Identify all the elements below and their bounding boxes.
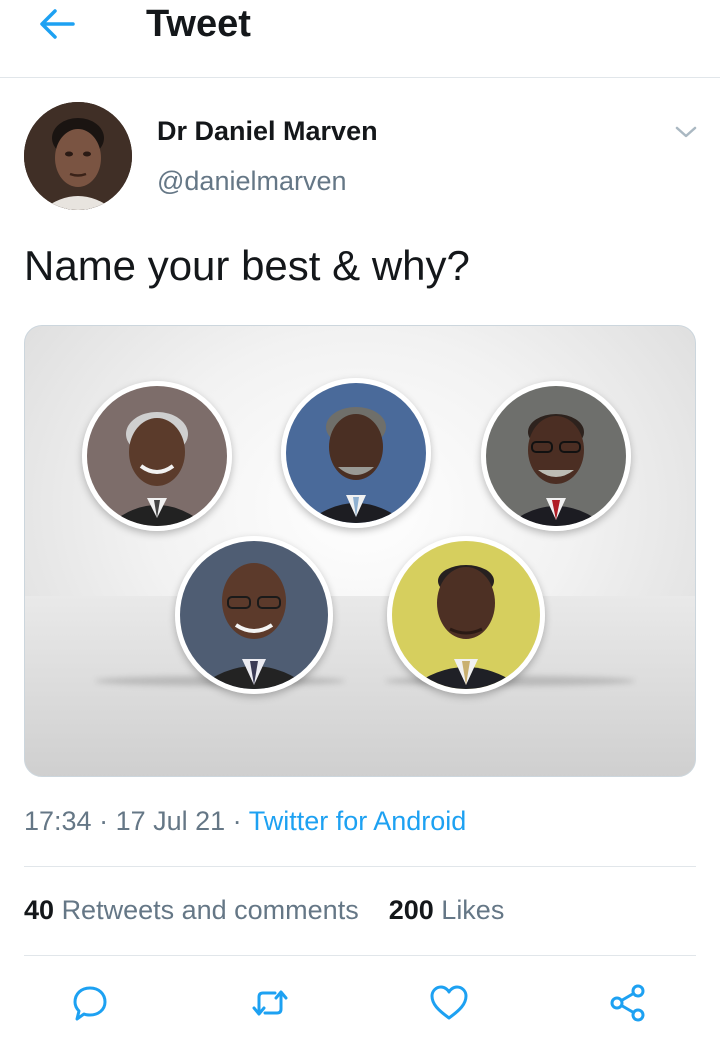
like-button[interactable] [427,981,471,1025]
retweets-count: 40 [24,895,55,925]
likes-label: Likes [441,895,505,925]
retweet-button[interactable] [248,981,292,1025]
chevron-down-icon [675,126,697,138]
retweet-icon [252,990,288,1016]
portrait-1 [82,381,232,531]
author-name[interactable]: Dr Daniel Marven [157,116,378,147]
tweet-stats: 40 Retweets and comments 200 Likes [24,895,504,926]
portrait-4 [175,536,333,694]
divider [24,866,696,867]
tweet-date: 17 Jul 21 [115,806,226,836]
likes-count: 200 [388,895,434,925]
tweet-time: 17:34 [24,806,92,836]
retweets-label: Retweets and comments [61,895,359,925]
share-button[interactable] [606,981,650,1025]
author-handle[interactable]: @danielmarven [157,166,347,197]
tweet-source-link[interactable]: Twitter for Android [249,806,467,836]
tweet-options-button[interactable] [670,116,702,148]
reply-button[interactable] [68,981,112,1025]
tweet-actions [0,975,720,1035]
tweet-text: Name your best & why? [24,242,470,289]
back-button[interactable] [34,4,80,44]
likes-stat[interactable]: 200 Likes [389,895,505,925]
avatar-image [24,102,132,210]
top-bar: Tweet [0,0,720,78]
avatar[interactable] [24,102,132,210]
tweet-meta: 17:34 · 17 Jul 21 · Twitter for Android [24,806,466,837]
like-icon [430,985,468,1020]
retweets-stat[interactable]: 40 Retweets and comments [24,895,359,925]
page-title: Tweet [146,3,251,45]
portrait-2 [281,378,431,528]
portrait-5 [387,536,545,694]
image-floor [25,596,695,776]
arrow-left-icon [40,9,75,39]
share-icon [610,984,645,1022]
meta-separator: · [225,806,249,836]
reply-icon [73,986,107,1021]
meta-separator: · [91,806,116,836]
divider [24,955,696,956]
portrait-3 [481,381,631,531]
tweet-image[interactable] [24,325,696,777]
